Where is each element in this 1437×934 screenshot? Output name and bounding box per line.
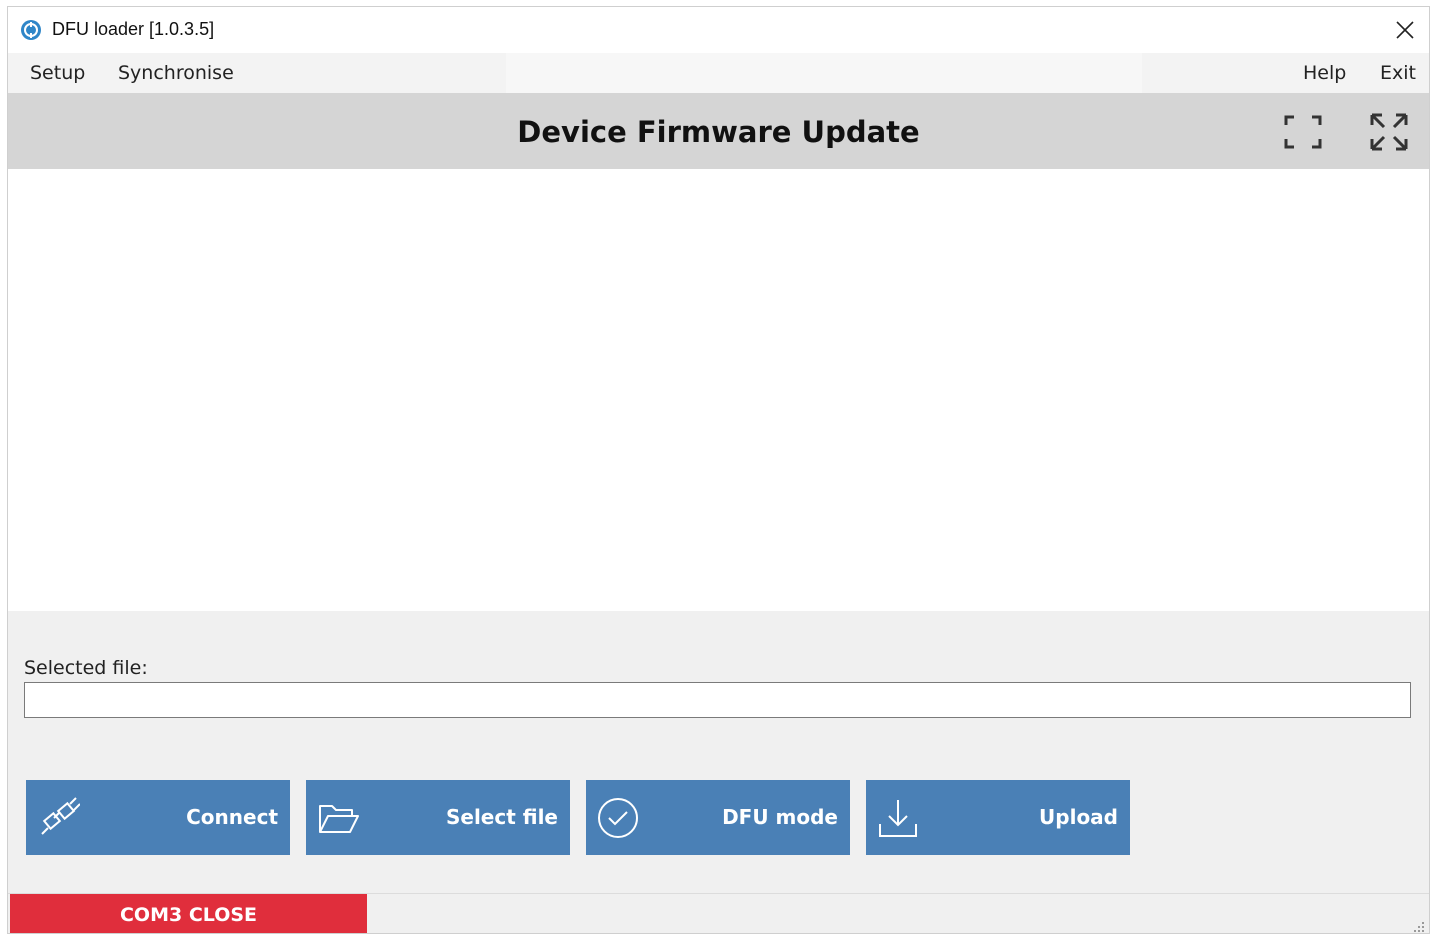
- check-circle-icon: [598, 798, 638, 838]
- menu-setup[interactable]: Setup: [30, 53, 85, 93]
- select-file-button[interactable]: Select file: [306, 780, 570, 855]
- upload-label: Upload: [1039, 805, 1118, 829]
- title-bar: DFU loader [1.0.3.5]: [8, 7, 1429, 53]
- header-bar: Device Firmware Update: [8, 93, 1429, 169]
- status-bar: COM3 CLOSE: [8, 893, 1429, 933]
- dfu-mode-button[interactable]: DFU mode: [586, 780, 850, 855]
- plug-icon: [41, 797, 80, 835]
- menu-synchronise[interactable]: Synchronise: [118, 53, 234, 93]
- app-logo-icon: [21, 20, 41, 40]
- log-area: [8, 169, 1429, 611]
- menu-exit[interactable]: Exit: [1380, 53, 1416, 93]
- page-title: Device Firmware Update: [517, 115, 920, 149]
- selected-file-field[interactable]: [24, 682, 1411, 718]
- dfu-mode-label: DFU mode: [722, 805, 838, 829]
- port-status-badge: COM3 CLOSE: [10, 894, 367, 933]
- select-file-label: Select file: [445, 805, 558, 829]
- resize-grip-icon[interactable]: [1411, 919, 1425, 933]
- connect-button[interactable]: Connect: [26, 780, 290, 855]
- app-window: DFU loader [1.0.3.5] Setup Synchronise H…: [7, 6, 1430, 934]
- menu-bar: Setup Synchronise Help Exit: [8, 53, 1429, 93]
- menu-bar-fill: [506, 53, 1142, 93]
- menu-help[interactable]: Help: [1303, 53, 1346, 93]
- upload-button[interactable]: Upload: [866, 780, 1130, 855]
- fullscreen-icon[interactable]: [1280, 109, 1326, 155]
- folder-icon: [319, 805, 359, 833]
- close-button[interactable]: [1385, 11, 1425, 49]
- control-panel: Selected file: Connect Select file DFU m…: [8, 611, 1429, 893]
- window-title: DFU loader [1.0.3.5]: [52, 19, 215, 39]
- close-icon: [1396, 21, 1414, 39]
- download-icon: [879, 800, 917, 837]
- selected-file-label: Selected file:: [24, 657, 148, 679]
- expand-icon[interactable]: [1366, 109, 1412, 155]
- connect-label: Connect: [186, 805, 278, 829]
